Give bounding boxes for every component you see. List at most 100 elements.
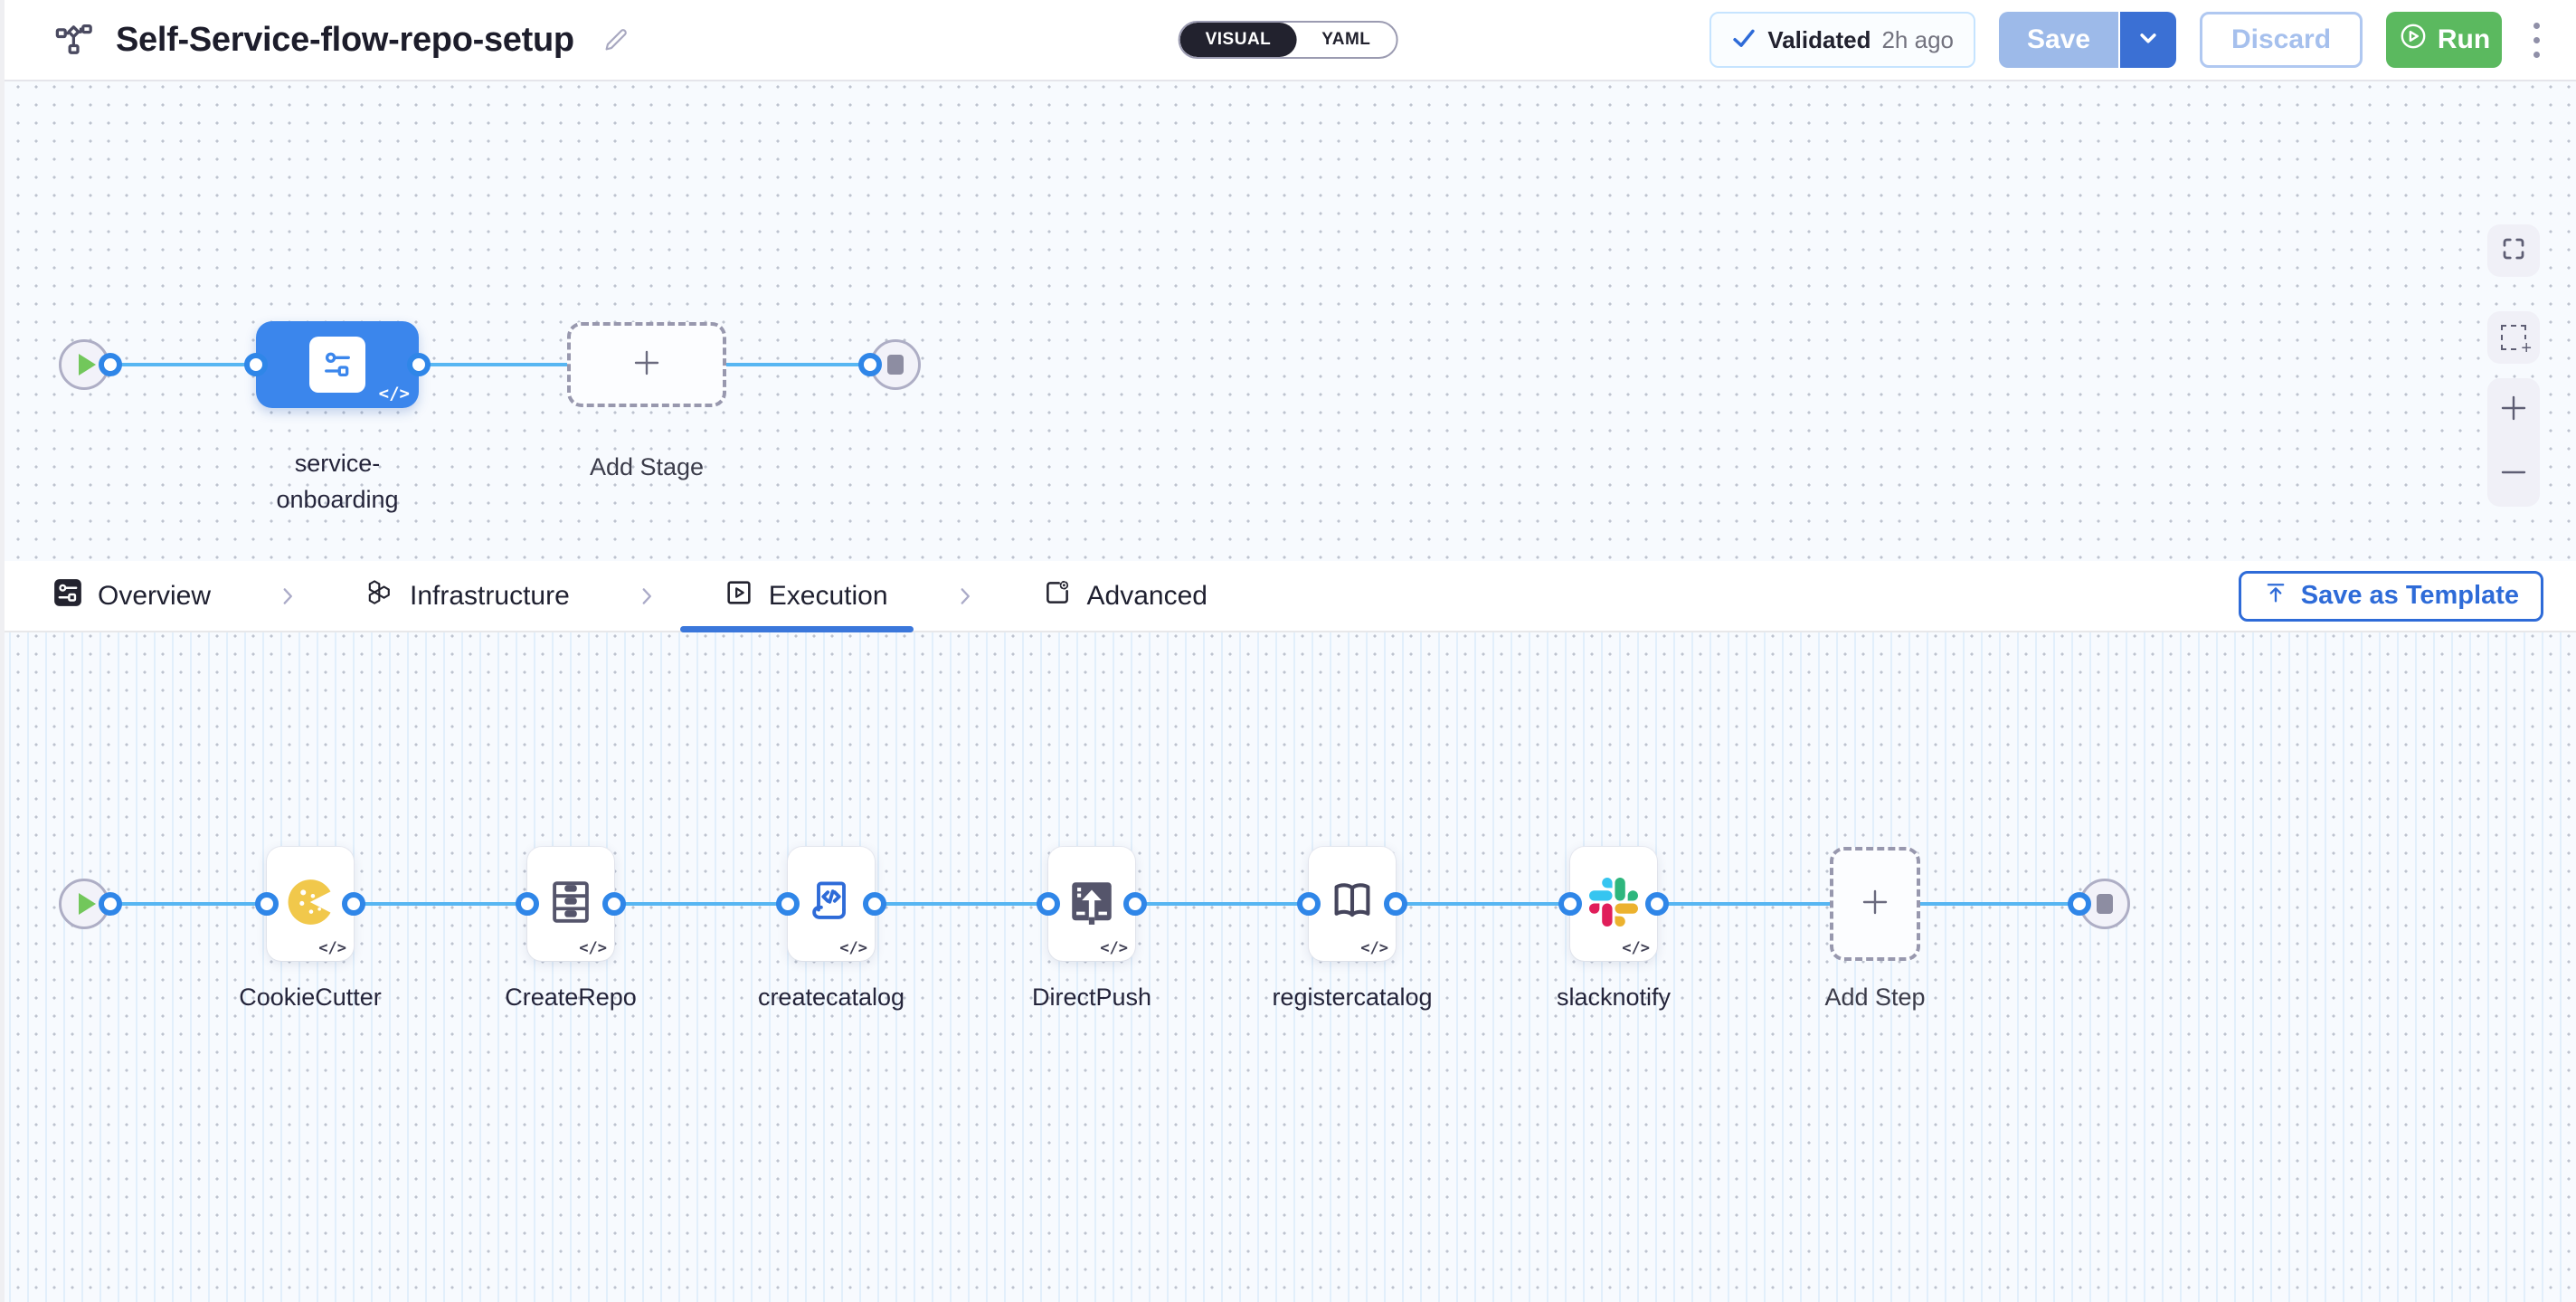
open-book-icon xyxy=(1326,876,1378,933)
chevron-down-icon xyxy=(2135,24,2162,56)
code-badge: </> xyxy=(1100,939,1128,957)
tab-advanced[interactable]: Advanced xyxy=(1042,561,1208,631)
code-script-icon xyxy=(805,876,857,933)
pipeline-flow-icon xyxy=(52,19,94,61)
active-tab-underline xyxy=(680,626,914,632)
port[interactable] xyxy=(1645,892,1669,916)
left-edge-strip xyxy=(0,0,5,1302)
port[interactable] xyxy=(776,892,800,916)
step-label: createcatalog xyxy=(705,979,958,1015)
stage-node-service-onboarding[interactable]: </> xyxy=(256,321,419,408)
marquee-select-button[interactable] xyxy=(2487,311,2540,364)
step-node-directpush[interactable]: </> xyxy=(1048,847,1135,961)
save-button[interactable]: Save xyxy=(1999,12,2120,68)
add-stage-button[interactable] xyxy=(567,322,726,407)
advanced-icon xyxy=(1042,577,1073,615)
tab-overview[interactable]: Overview xyxy=(52,561,211,631)
port[interactable] xyxy=(1558,892,1582,916)
port-start-out[interactable] xyxy=(99,353,122,376)
step-node-createrepo[interactable]: </> xyxy=(527,847,614,961)
port[interactable] xyxy=(99,892,122,916)
stage-type-icon xyxy=(309,337,365,393)
toggle-visual[interactable]: VISUAL xyxy=(1180,23,1297,57)
step-label: registercatalog xyxy=(1226,979,1479,1015)
code-badge: </> xyxy=(318,939,346,957)
execution-canvas[interactable]: </> </> </> xyxy=(0,632,2576,1302)
step-label: DirectPush xyxy=(965,979,1218,1015)
port[interactable] xyxy=(255,892,279,916)
stage-edge xyxy=(110,363,870,366)
header-actions: Validated 2h ago Save Discard Run xyxy=(1709,12,2576,68)
start-play-icon xyxy=(79,893,96,915)
stop-icon xyxy=(2097,894,2113,914)
validated-time: 2h ago xyxy=(1881,26,1954,54)
validated-badge: Validated 2h ago xyxy=(1709,12,1975,68)
validated-label: Validated xyxy=(1767,26,1870,54)
port-stage-in[interactable] xyxy=(244,353,268,376)
plus-icon xyxy=(1855,882,1895,927)
step-node-slacknotify[interactable]: </> xyxy=(1570,847,1657,961)
tab-label: Infrastructure xyxy=(410,581,570,612)
port[interactable] xyxy=(2068,892,2091,916)
step-node-createcatalog[interactable]: </> xyxy=(788,847,875,961)
zoom-control xyxy=(2487,378,2540,507)
pipeline-header: Self-Service-flow-repo-setup VISUAL YAML… xyxy=(0,0,2576,81)
port[interactable] xyxy=(1123,892,1147,916)
port[interactable] xyxy=(1384,892,1407,916)
step-label: CookieCutter xyxy=(184,979,437,1015)
tab-infrastructure[interactable]: Infrastructure xyxy=(365,561,570,631)
port[interactable] xyxy=(1297,892,1321,916)
tab-execution[interactable]: Execution xyxy=(724,561,888,631)
code-badge: </> xyxy=(379,384,410,404)
upload-window-icon xyxy=(1065,876,1118,933)
stage-canvas[interactable]: </> service-onboarding Add Stage xyxy=(0,83,2576,561)
tab-label: Advanced xyxy=(1087,581,1208,612)
toggle-yaml[interactable]: YAML xyxy=(1296,23,1396,57)
add-stage-label: Add Stage xyxy=(567,449,726,485)
slack-icon xyxy=(1589,878,1638,931)
tab-label: Overview xyxy=(98,581,211,612)
port[interactable] xyxy=(342,892,365,916)
zoom-out-button[interactable] xyxy=(2499,458,2528,491)
port-end-in[interactable] xyxy=(858,353,882,376)
code-badge: </> xyxy=(839,939,867,957)
page-title: Self-Service-flow-repo-setup xyxy=(116,21,574,60)
execution-icon xyxy=(724,577,754,615)
step-label: slacknotify xyxy=(1487,979,1740,1015)
save-as-template-button[interactable]: Save as Template xyxy=(2239,571,2543,622)
stage-label: service-onboarding xyxy=(247,445,428,518)
stop-icon xyxy=(887,355,904,375)
edit-pencil-icon[interactable] xyxy=(601,25,630,54)
port-stage-out[interactable] xyxy=(407,353,431,376)
chevron-right-icon xyxy=(635,584,658,608)
step-label: CreateRepo xyxy=(444,979,697,1015)
zoom-in-button[interactable] xyxy=(2499,394,2528,427)
port[interactable] xyxy=(1037,892,1060,916)
fullscreen-icon xyxy=(2500,235,2527,267)
run-label: Run xyxy=(2438,24,2490,55)
step-node-registercatalog[interactable]: </> xyxy=(1309,847,1396,961)
more-options-kebab[interactable] xyxy=(2525,23,2547,58)
drawer-cabinet-icon xyxy=(545,876,597,933)
fit-to-screen-button[interactable] xyxy=(2487,224,2540,277)
run-play-icon xyxy=(2398,21,2429,59)
port[interactable] xyxy=(602,892,626,916)
save-split-button: Save xyxy=(1999,12,2176,68)
overview-icon xyxy=(52,577,83,615)
chevron-right-icon xyxy=(276,584,299,608)
run-button[interactable]: Run xyxy=(2386,12,2502,68)
step-node-cookiecutter[interactable]: </> xyxy=(267,847,354,961)
add-step-label: Add Step xyxy=(1748,979,2002,1015)
save-options-caret[interactable] xyxy=(2120,12,2176,68)
port[interactable] xyxy=(516,892,539,916)
visual-yaml-toggle: VISUAL YAML xyxy=(1179,21,1398,59)
port[interactable] xyxy=(863,892,886,916)
chevron-right-icon xyxy=(953,584,977,608)
discard-button[interactable]: Discard xyxy=(2200,12,2363,68)
infrastructure-icon xyxy=(365,577,395,615)
code-badge: </> xyxy=(579,939,607,957)
stage-tabbar: Overview Infrastructure Execution xyxy=(0,561,2576,632)
code-badge: </> xyxy=(1360,939,1388,957)
add-step-button[interactable] xyxy=(1830,847,1920,961)
code-badge: </> xyxy=(1622,939,1650,957)
